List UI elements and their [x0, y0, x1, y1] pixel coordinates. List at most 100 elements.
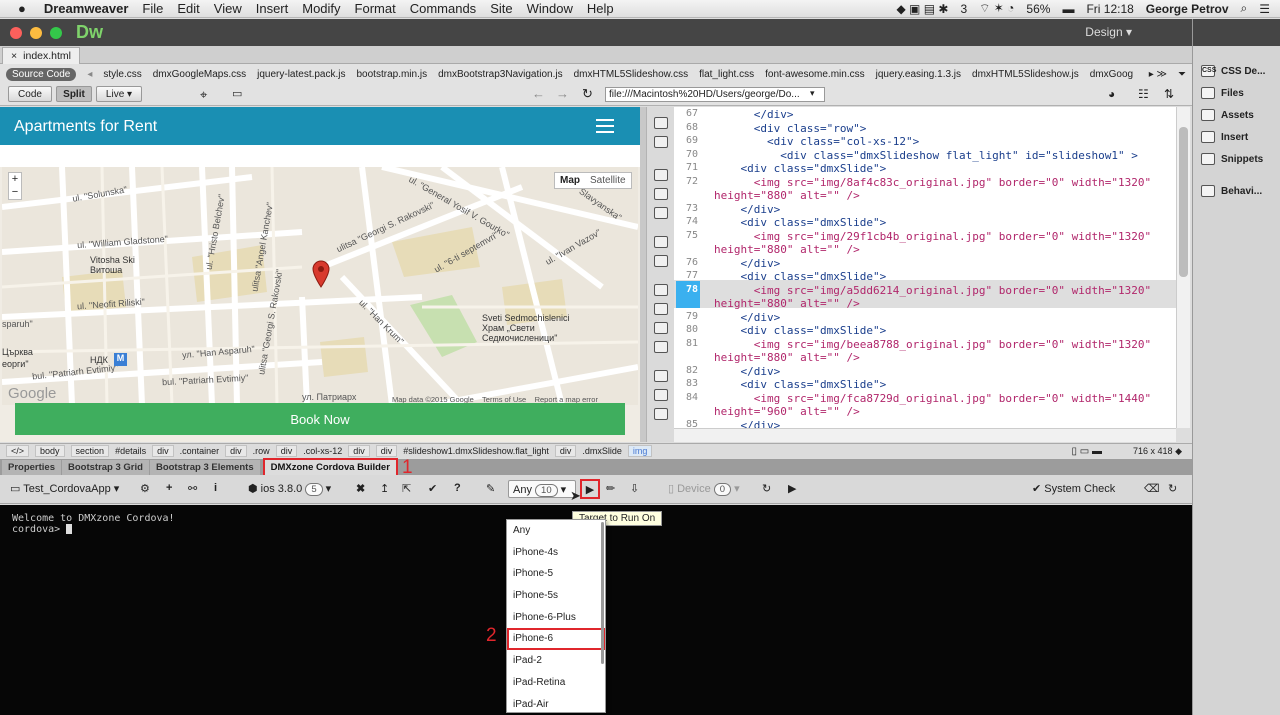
window-size-select[interactable]: 716 x 418 ◆ [1133, 446, 1182, 457]
menu-format[interactable]: Format [355, 1, 396, 16]
related-file[interactable]: dmxHTML5Slideshow.js [972, 69, 1079, 80]
book-now-button[interactable]: Book Now [15, 403, 625, 435]
tab-bootstrap-elements[interactable]: Bootstrap 3 Elements [149, 460, 260, 475]
info-icon[interactable]: i [214, 482, 217, 494]
tag-crumb-selected[interactable]: img [627, 445, 653, 457]
device-select[interactable]: ▯ Device 0 ▾ [668, 482, 740, 496]
tag-crumb[interactable]: .col-xs-12 [303, 446, 342, 456]
run-target-button[interactable]: ▶ [580, 479, 600, 499]
target-option[interactable]: iPhone-4s [507, 542, 605, 564]
related-file[interactable]: font-awesome.min.css [765, 69, 864, 80]
hamburger-icon[interactable] [596, 119, 614, 137]
menu-file[interactable]: File [142, 1, 163, 16]
close-tab-icon[interactable]: × [11, 50, 17, 62]
related-file[interactable]: dmxBootstrap3Navigation.js [438, 69, 563, 80]
target-option[interactable]: iPad-Retina [507, 672, 605, 694]
panel-files[interactable]: Files [1193, 82, 1280, 104]
tag-crumb[interactable]: section [70, 445, 110, 457]
tag-crumb[interactable]: .dmxSlide [582, 446, 622, 456]
tag-crumb[interactable]: body [35, 445, 65, 457]
panel-assets[interactable]: Assets [1193, 104, 1280, 126]
target-option[interactable]: iPad-2 [507, 650, 605, 672]
related-file[interactable]: flat_light.css [699, 69, 754, 80]
tag-crumb[interactable]: div [348, 445, 370, 457]
check-icon[interactable]: ✔ [428, 482, 437, 495]
spotlight-icon[interactable]: ⌕ [1241, 1, 1248, 16]
settings-icon[interactable]: ⚙ [140, 482, 150, 495]
tag-crumb[interactable]: #details [115, 446, 146, 456]
refresh-icon[interactable]: ↻ [582, 86, 593, 102]
add-icon[interactable]: + [166, 482, 172, 494]
code-horizontal-scrollbar[interactable] [674, 428, 1176, 442]
related-more-icon[interactable]: ▸ ≫ [1149, 69, 1167, 80]
related-file[interactable]: dmxGoogleMaps.css [153, 69, 246, 80]
more-tools-icon[interactable] [653, 408, 668, 420]
project-select[interactable]: ▭ Test_CordovaApp ▾ [10, 482, 119, 495]
menu-window[interactable]: Window [527, 1, 573, 16]
live-view-button[interactable]: Live ▾ [96, 86, 142, 102]
tag-crumb[interactable]: div [375, 445, 398, 457]
code-view-button[interactable]: Code [8, 86, 52, 102]
target-option[interactable]: iPhone-6 [507, 628, 605, 651]
expand-all-icon[interactable] [653, 207, 668, 219]
related-file[interactable]: jquery.easing.1.3.js [876, 69, 961, 80]
source-code-button[interactable]: Source Code [6, 67, 77, 81]
address-input[interactable]: file:///Macintosh%20HD/Users/george/Do..… [605, 87, 825, 102]
recent-snippets-icon[interactable] [653, 389, 668, 401]
panel-snippets[interactable]: Snippets [1193, 148, 1280, 170]
remove-icon[interactable]: ✖ [356, 482, 365, 495]
google-map[interactable]: ul. "Solunska" ul. "General Yosif V. Gou… [2, 167, 638, 405]
tab-properties[interactable]: Properties [2, 460, 61, 475]
list-options-icon[interactable]: ☷ [1138, 87, 1149, 101]
menu-modify[interactable]: Modify [302, 1, 340, 16]
related-file[interactable]: style.css [103, 69, 141, 80]
tag-crumb[interactable]: div [275, 445, 298, 457]
refresh-devices-icon[interactable]: ↻ [762, 482, 771, 495]
balance-braces-icon[interactable] [653, 255, 668, 267]
menu-site[interactable]: Site [490, 1, 512, 16]
flag-icon[interactable]: ▬ [1062, 2, 1074, 16]
zoom-window-button[interactable] [50, 26, 62, 39]
select-parent-tag-icon[interactable] [653, 236, 668, 248]
clock[interactable]: Fri 12:18 [1086, 2, 1133, 16]
menu-help[interactable]: Help [587, 1, 614, 16]
tag-crumb[interactable]: div [554, 445, 577, 457]
collapse-selection-icon[interactable] [653, 188, 668, 200]
target-option[interactable]: iPhone-6-Plus [507, 607, 605, 629]
help-icon[interactable]: ? [454, 482, 461, 494]
panel-behaviors[interactable]: Behavi... [1193, 180, 1280, 202]
highlight-invalid-icon[interactable] [653, 303, 668, 315]
reload-icon[interactable]: ↻ [1168, 482, 1177, 495]
back-icon[interactable]: ← [532, 86, 545, 101]
file-management-icon[interactable] [653, 136, 668, 148]
document-tab[interactable]: × index.html [2, 47, 80, 64]
wrap-tag-icon[interactable] [653, 370, 668, 382]
code-vertical-scrollbar[interactable] [1176, 107, 1190, 428]
tag-crumb[interactable]: .row [253, 446, 270, 456]
related-file[interactable]: dmxHTML5Slideshow.css [574, 69, 688, 80]
tag-crumb[interactable]: #slideshow1.dmxSlideshow.flat_light [403, 446, 549, 456]
target-select[interactable]: Any 10 ▾ [508, 480, 576, 498]
zoom-in-button[interactable]: + [9, 173, 21, 186]
split-view-button[interactable]: Split [56, 86, 92, 102]
device-size-icons[interactable]: ▯ ▭ ▬ [1071, 446, 1102, 457]
tray-count[interactable]: 3 [960, 2, 967, 16]
related-file[interactable]: bootstrap.min.js [357, 69, 428, 80]
inspect-icon[interactable]: ⌖ [200, 87, 207, 103]
related-file[interactable]: dmxGoog [1090, 69, 1133, 80]
tag-crumb[interactable]: div [152, 445, 174, 457]
tag-crumb[interactable]: </> [6, 445, 30, 457]
tab-bootstrap-grid[interactable]: Bootstrap 3 Grid [62, 460, 149, 475]
related-left-arrow[interactable]: ◂ [87, 69, 92, 80]
clear-icon[interactable]: ⌫ [1144, 482, 1160, 495]
system-check-button[interactable]: ✔ System Check [1032, 482, 1115, 495]
notification-icon[interactable]: ☰ [1259, 2, 1270, 16]
close-window-button[interactable] [10, 26, 22, 39]
user-name[interactable]: George Petrov [1146, 2, 1229, 16]
hierarchy-icon[interactable]: ⚯ [188, 482, 197, 495]
scroll-thumb[interactable] [1179, 127, 1188, 277]
edit-icon[interactable]: ✏ [606, 482, 615, 495]
map-pin-icon[interactable] [312, 260, 330, 288]
export-icon[interactable]: ⇱ [402, 482, 411, 495]
related-file[interactable]: jquery-latest.pack.js [257, 69, 345, 80]
